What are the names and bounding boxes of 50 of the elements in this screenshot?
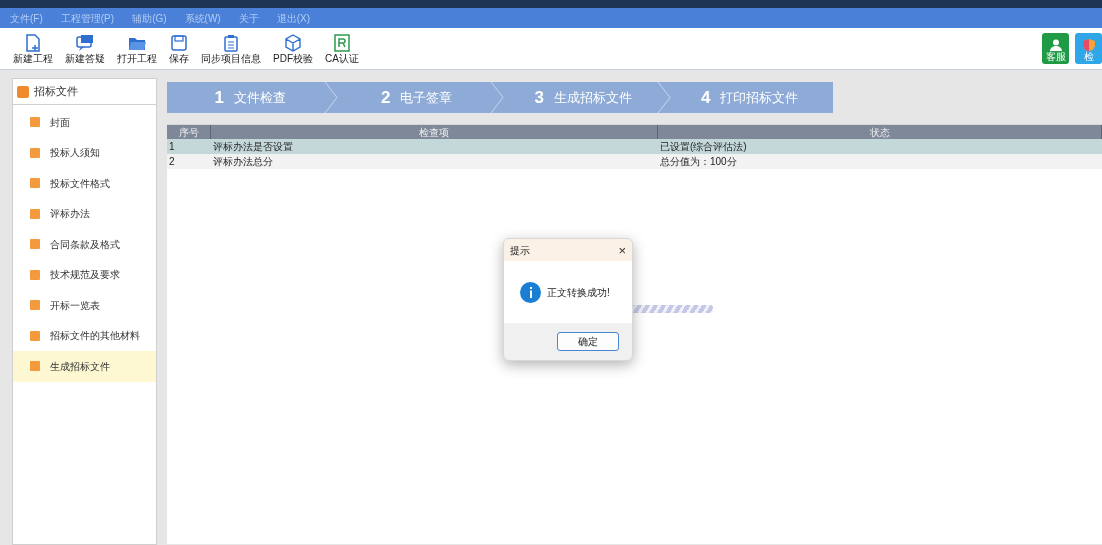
cube-icon [283,33,303,53]
table-cell-text: 总分值为：100分 [659,155,738,169]
dialog-message: 正文转换成功! [547,285,610,300]
step-number: 1 [214,86,224,109]
table-cell-text: 评标办法总分 [212,155,274,169]
sidebar-item[interactable]: 投标文件格式 [13,168,156,199]
ok-button[interactable]: 确定 [557,332,619,351]
save-icon [169,33,189,53]
sidebar-item[interactable]: 封面 [13,107,156,138]
toolbar-button[interactable]: CA认证 [324,33,360,64]
shield-icon [1082,39,1095,51]
badge-icon [331,33,352,53]
sidebar-item[interactable]: 合同条款及格式 [13,229,156,260]
sidebar-item[interactable]: 投标人须知 [13,137,156,168]
sidebar-item[interactable]: 生成招标文件 [13,351,156,382]
table-cell-text: 2 [168,155,176,169]
table-cell-text: 1 [168,140,176,154]
step-label: 电子签章 [400,88,453,107]
step-number: 2 [381,86,391,109]
toolbar-button[interactable]: PDF校验 [272,33,314,64]
toolbar-button[interactable]: 同步项目信息 [200,33,262,64]
chevron-icon [323,82,338,113]
toolbar-button[interactable]: 保存 [168,33,190,64]
table-row[interactable]: 2 评标办法总分 总分值为：100分 [167,154,1102,169]
step-label: 打印招标文件 [720,88,799,107]
sidebar-item[interactable]: 评标办法 [13,198,156,229]
chevron-icon [490,82,504,113]
sidebar-item[interactable]: 技术规范及要求 [13,259,156,290]
step-label: 文件检查 [234,88,286,107]
clipboard-icon [221,33,241,53]
new-file-icon [23,33,43,53]
info-icon [520,281,541,303]
chevron-icon [656,82,671,113]
toolbar-button[interactable]: 新建工程 [12,33,54,64]
step-label: 生成招标文件 [554,88,632,107]
chat-icon [75,33,95,53]
toolbar-button[interactable]: 新建答疑 [64,33,106,64]
step-number: 3 [534,86,544,109]
dialog-title: 提示 [510,243,530,258]
sidebar-item[interactable]: 开标一览表 [13,290,156,321]
toolbar-button[interactable]: 打开工程 [116,33,158,64]
toolbar-button[interactable]: 客服 [1042,33,1069,64]
user-icon [1049,39,1062,51]
table-cell-text: 已设置(综合评估法) [659,140,748,154]
close-button[interactable]: × [618,243,626,257]
step-number: 4 [701,86,711,109]
sidebar-item[interactable]: 招标文件的其他材料 [13,320,156,351]
table-row[interactable]: 1 评标办法是否设置 已设置(综合评估法) [167,139,1102,154]
table-cell-text: 评标办法是否设置 [212,140,294,154]
sidebar-title: 招标文件 [34,84,78,100]
